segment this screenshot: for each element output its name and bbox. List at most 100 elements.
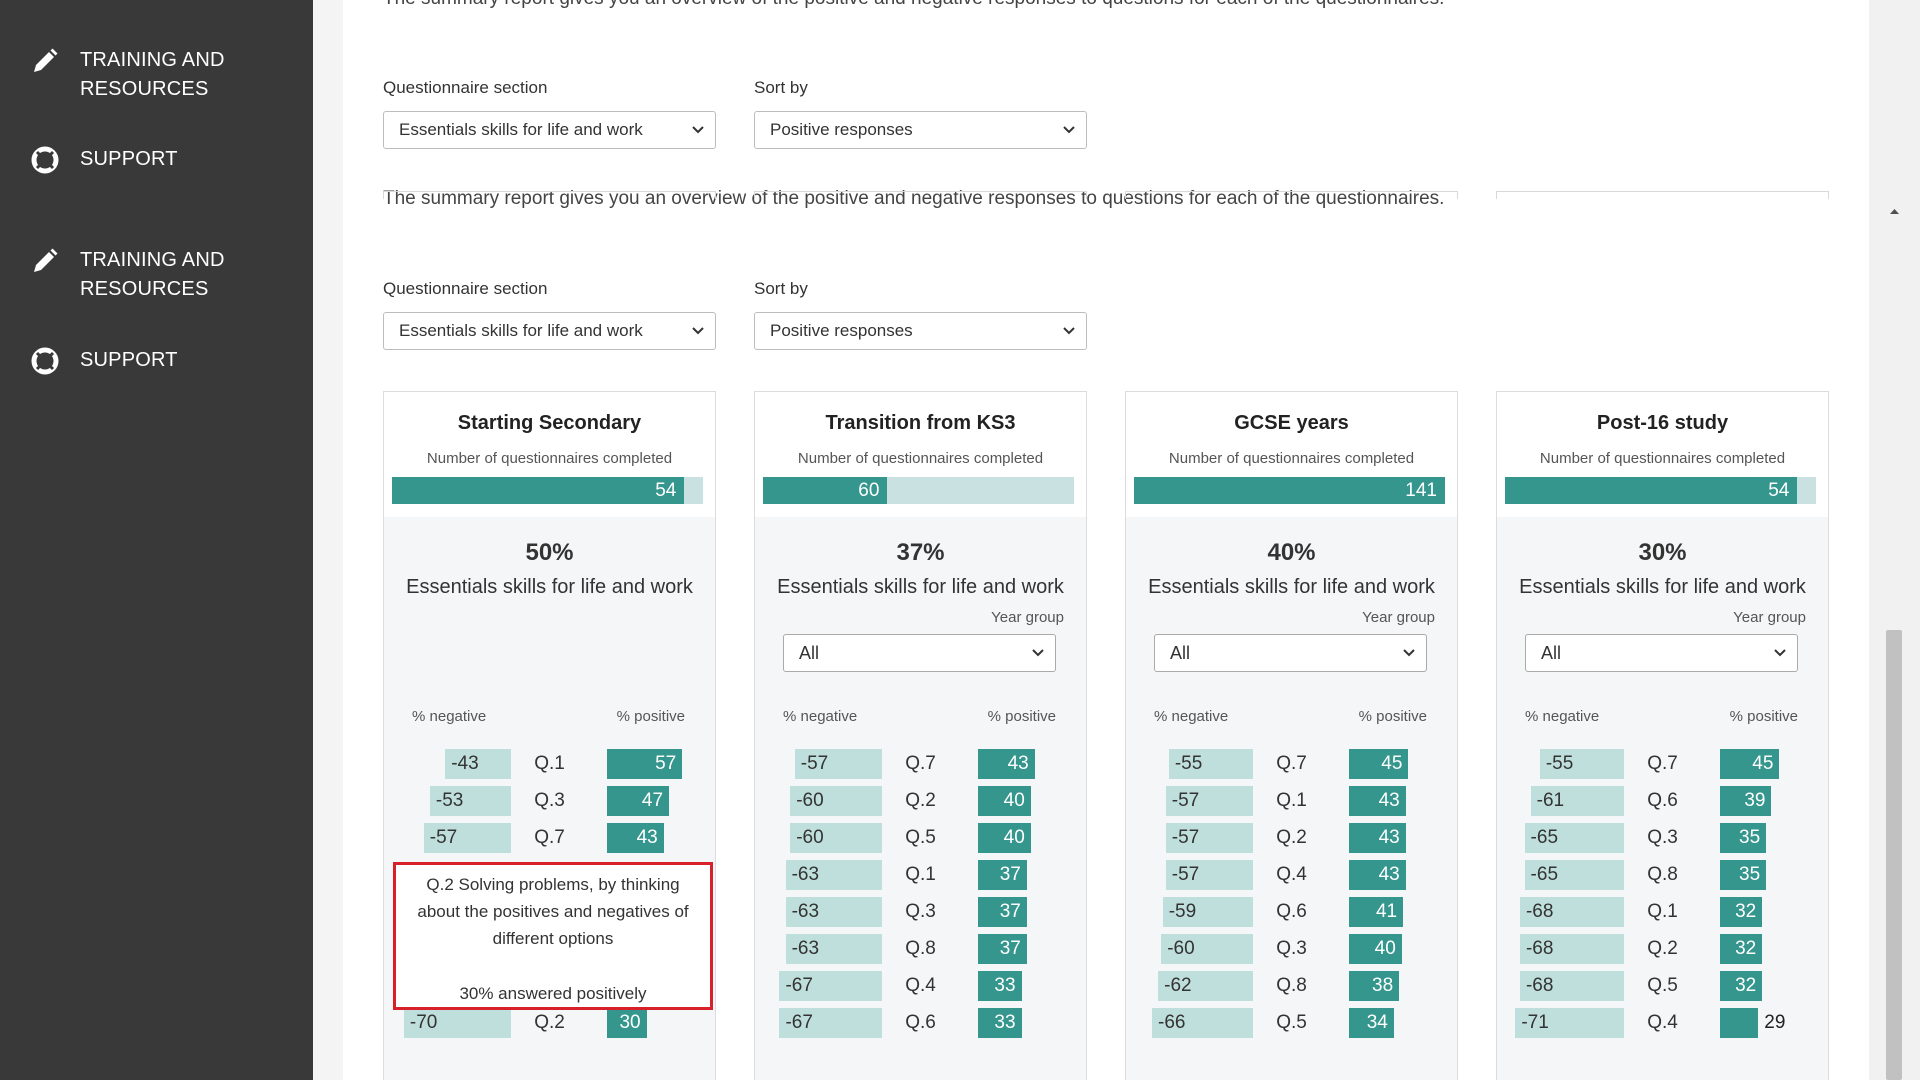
question-row[interactable]: -67 Q.4 33	[755, 971, 1086, 1001]
positive-bar: 33	[978, 971, 1022, 1001]
question-row[interactable]: -60 Q.3 40	[1126, 934, 1457, 964]
pencil-icon	[34, 48, 58, 72]
question-label: Q.8	[1276, 975, 1307, 996]
questionnaire-section-value: Essentials skills for life and work	[399, 120, 643, 139]
positive-bar: 45	[1349, 749, 1409, 779]
questionnaires-completed-label: Number of questionnaires completed	[797, 450, 1044, 467]
year-group-select[interactable]: All	[783, 634, 1056, 672]
question-row[interactable]: -59 Q.6 41	[1126, 897, 1457, 927]
question-row[interactable]: -63 Q.8 37	[755, 934, 1086, 964]
questionnaires-count-fill: 141	[1134, 477, 1445, 504]
negative-header: % negative	[783, 708, 858, 725]
card-percent: 30%	[1638, 539, 1687, 566]
question-label: Q.6	[1647, 790, 1678, 811]
sort-by-value: Positive responses	[770, 120, 913, 139]
tooltip-positive-text: 30% answered positively	[459, 984, 647, 1003]
positive-header: % positive	[616, 708, 685, 725]
question-row[interactable]: -66 Q.5 34	[1126, 1008, 1457, 1038]
question-row[interactable]: -55 Q.7 45	[1497, 749, 1828, 779]
question-label: Q.6	[905, 1012, 936, 1033]
question-label: Q.7	[905, 753, 936, 774]
sidebar-item-label: SUPPORT	[80, 148, 178, 170]
year-group-select[interactable]: All	[1525, 634, 1798, 672]
question-row[interactable]: -63 Q.1 37	[755, 860, 1086, 890]
year-group-value: All	[1541, 643, 1562, 663]
question-row[interactable]: -57 Q.1 43	[1126, 786, 1457, 816]
positive-header: % positive	[1358, 708, 1427, 725]
questionnaire-card: Transition from KS3 Number of questionnai…	[754, 391, 1087, 1080]
question-row[interactable]: -53 Q.3 47	[384, 786, 715, 816]
question-row[interactable]: -61 Q.6 39	[1497, 786, 1828, 816]
question-row[interactable]: -62 Q.8 38	[1126, 971, 1457, 1001]
positive-bar: 39	[1720, 786, 1772, 816]
question-row[interactable]: -67 Q.6 33	[755, 1008, 1086, 1038]
positive-bar: 37	[978, 934, 1027, 964]
sort-by-select[interactable]: Positive responses	[754, 312, 1087, 350]
question-row[interactable]: -70 Q.2 30	[384, 1008, 715, 1038]
question-row[interactable]: -57 Q.7 43	[755, 749, 1086, 779]
question-row[interactable]: -57 Q.2 43	[1126, 823, 1457, 853]
sidebar-item-support[interactable]: SUPPORT	[30, 346, 280, 376]
card-title: Post-16 study	[1596, 412, 1729, 434]
question-label: Q.5	[1276, 1012, 1307, 1033]
positive-bar: 43	[1349, 823, 1406, 853]
questionnaire-section-value: Essentials skills for life and work	[399, 321, 643, 340]
card-section-name: Essentials skills for life and work	[406, 576, 693, 598]
lifebuoy-icon	[31, 347, 59, 375]
scrollbar-thumb[interactable]	[1886, 630, 1902, 1080]
sidebar-item-support[interactable]: SUPPORT	[30, 145, 280, 175]
question-row[interactable]: -68 Q.2 32	[1497, 934, 1828, 964]
positive-bar: 43	[978, 749, 1035, 779]
question-row[interactable]: -71 Q.4 29	[1497, 1008, 1828, 1038]
question-row[interactable]: -55 Q.7 45	[1126, 749, 1457, 779]
questionnaire-section-label: Questionnaire section	[383, 78, 548, 97]
question-label: Q.3	[1276, 938, 1307, 959]
sort-by-label: Sort by	[754, 78, 808, 97]
question-label: Q.6	[1276, 901, 1307, 922]
questionnaire-section-select[interactable]: Essentials skills for life and work	[383, 111, 716, 149]
positive-bar: 35	[1720, 860, 1767, 890]
question-row[interactable]: -68 Q.1 32	[1497, 897, 1828, 927]
question-label: Q.2	[1276, 827, 1307, 848]
sort-by-select[interactable]: Positive responses	[754, 111, 1087, 149]
question-label: Q.7	[534, 827, 565, 848]
sidebar: TRAINING AND RESOURCES SUPPORT TRAINING …	[0, 0, 313, 1080]
question-row[interactable]: -60 Q.5 40	[755, 823, 1086, 853]
card-section-name: Essentials skills for life and work	[1519, 576, 1806, 598]
positive-bar: 32	[1720, 934, 1763, 964]
year-group-select[interactable]: All	[1154, 634, 1427, 672]
question-tooltip: Q.2 Solving problems, by thinking about …	[393, 862, 713, 1010]
chevron-down-icon	[692, 327, 704, 335]
question-row[interactable]: -57 Q.4 43	[1126, 860, 1457, 890]
question-label: Q.8	[1647, 864, 1678, 885]
questionnaires-count-bar: 60	[763, 477, 1074, 504]
vertical-scrollbar[interactable]	[1869, 0, 1920, 1080]
positive-bar: 37	[978, 860, 1027, 890]
positive-bar: 57	[607, 749, 683, 779]
card-title: GCSE years	[1234, 412, 1349, 434]
year-group-label: Year group	[991, 609, 1064, 626]
chevron-down-icon	[1063, 126, 1075, 134]
positive-bar	[1720, 1008, 1759, 1038]
question-row[interactable]: -65 Q.8 35	[1497, 860, 1828, 890]
question-row[interactable]: -68 Q.5 32	[1497, 971, 1828, 1001]
positive-bar: 37	[978, 897, 1027, 927]
scroll-up-arrow-icon[interactable]	[1869, 198, 1920, 226]
sidebar-item-training[interactable]: TRAINING AND RESOURCES	[30, 46, 280, 104]
question-row[interactable]: -57 Q.7 43	[384, 823, 715, 853]
chevron-down-icon	[692, 126, 704, 134]
question-row[interactable]: -63 Q.3 37	[755, 897, 1086, 927]
positive-header: % positive	[1729, 708, 1798, 725]
questionnaire-section-select[interactable]: Essentials skills for life and work	[383, 312, 716, 350]
question-label: Q.1	[1647, 901, 1678, 922]
positive-bar: 40	[1349, 934, 1402, 964]
negative-header: % negative	[1525, 708, 1600, 725]
positive-bar: 30	[607, 1008, 647, 1038]
question-row[interactable]: -65 Q.3 35	[1497, 823, 1828, 853]
sidebar-item-label: TRAINING AND RESOURCES	[80, 249, 225, 300]
sidebar-item-training[interactable]: TRAINING AND RESOURCES	[30, 246, 280, 304]
positive-bar: 32	[1720, 897, 1763, 927]
question-row[interactable]: -60 Q.2 40	[755, 786, 1086, 816]
card-title: Starting Secondary	[457, 412, 642, 434]
question-row[interactable]: -43 Q.1 57	[384, 749, 715, 779]
